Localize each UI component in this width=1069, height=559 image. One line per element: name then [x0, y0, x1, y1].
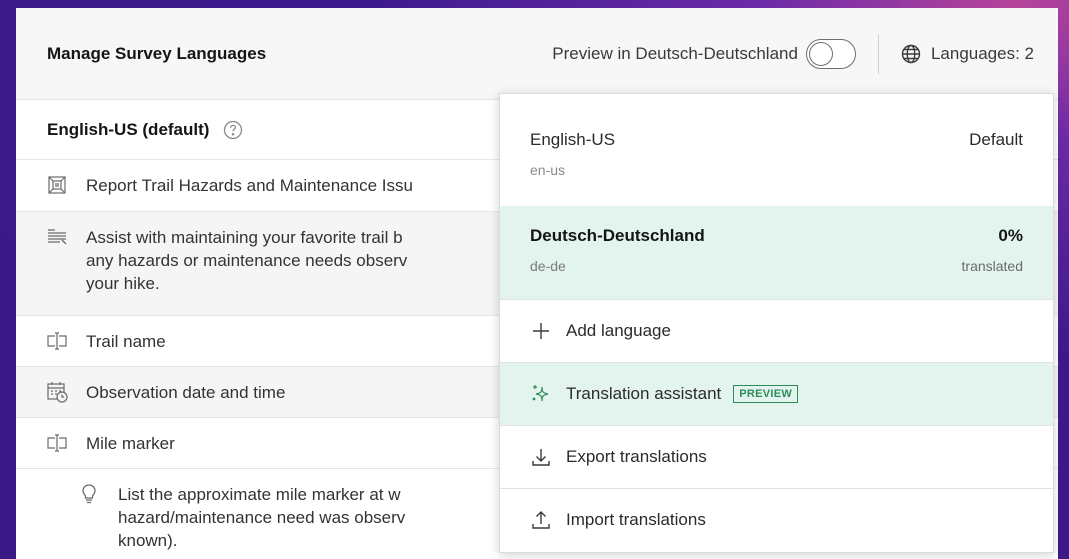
hint-lightbulb-icon — [82, 484, 96, 504]
upload-icon — [530, 509, 552, 531]
import-translations-button[interactable]: Import translations — [500, 488, 1053, 551]
language-code: de-de — [530, 258, 566, 274]
language-name: Deutsch-Deutschland — [530, 226, 705, 245]
add-language-label: Add language — [566, 321, 671, 340]
translation-assistant-label: Translation assistant — [566, 384, 722, 403]
language-status: Default — [969, 130, 1023, 149]
preview-toggle[interactable] — [805, 38, 856, 69]
item-label-line: your hike. — [86, 274, 160, 293]
item-label-line: known). — [118, 531, 178, 550]
download-icon — [530, 446, 552, 468]
plus-icon — [530, 320, 552, 342]
section-title-text: English-US (default) — [47, 119, 210, 139]
item-label-line: Assist with maintaining your favorite tr… — [86, 228, 403, 247]
languages-button[interactable]: Languages: 2 — [901, 44, 1034, 64]
description-icon — [48, 229, 67, 245]
header-divider — [877, 33, 879, 74]
export-translations-label: Export translations — [566, 447, 707, 466]
form-title-icon — [48, 176, 66, 194]
export-translations-button[interactable]: Export translations — [500, 425, 1053, 488]
item-label: Report Trail Hazards and Maintenance Iss… — [86, 176, 413, 195]
add-language-button[interactable]: Add language — [500, 299, 1053, 362]
item-label-line: any hazards or maintenance needs observ — [86, 251, 408, 270]
help-icon[interactable] — [223, 120, 243, 140]
item-label: Mile marker — [86, 434, 175, 453]
item-label: Observation date and time — [86, 383, 286, 402]
language-code: en-us — [530, 162, 566, 178]
item-label: Trail name — [86, 332, 166, 351]
datetime-icon — [47, 382, 68, 403]
preview-badge: PREVIEW — [733, 385, 799, 403]
translation-assistant-button[interactable]: Translation assistant PREVIEW — [500, 362, 1053, 425]
language-name: English-US — [530, 130, 616, 149]
sparkle-icon — [530, 383, 552, 405]
item-label-line: List the approximate mile marker at w — [118, 485, 401, 504]
page-title: Manage Survey Languages — [47, 43, 267, 63]
languages-dropdown: English-US en-us Default Deutsch-Deutsch… — [499, 93, 1054, 553]
language-item-english[interactable]: English-US en-us Default — [500, 94, 1053, 206]
languages-count-label: Languages: 2 — [930, 43, 1034, 63]
translation-status: translated — [961, 258, 1023, 274]
text-field-icon — [47, 434, 67, 452]
globe-icon — [901, 44, 921, 63]
preview-label: Preview in Deutsch-Deutschland — [552, 43, 798, 63]
panel-header: Manage Survey Languages Preview in Deuts… — [16, 8, 1058, 100]
item-label-line: hazard/maintenance need was observ — [118, 508, 406, 527]
import-translations-label: Import translations — [566, 510, 706, 529]
translation-percent: 0% — [998, 226, 1023, 245]
language-item-deutsch[interactable]: Deutsch-Deutschland de-de 0% translated — [500, 206, 1053, 299]
text-field-icon — [47, 332, 67, 350]
toggle-knob — [808, 41, 833, 66]
